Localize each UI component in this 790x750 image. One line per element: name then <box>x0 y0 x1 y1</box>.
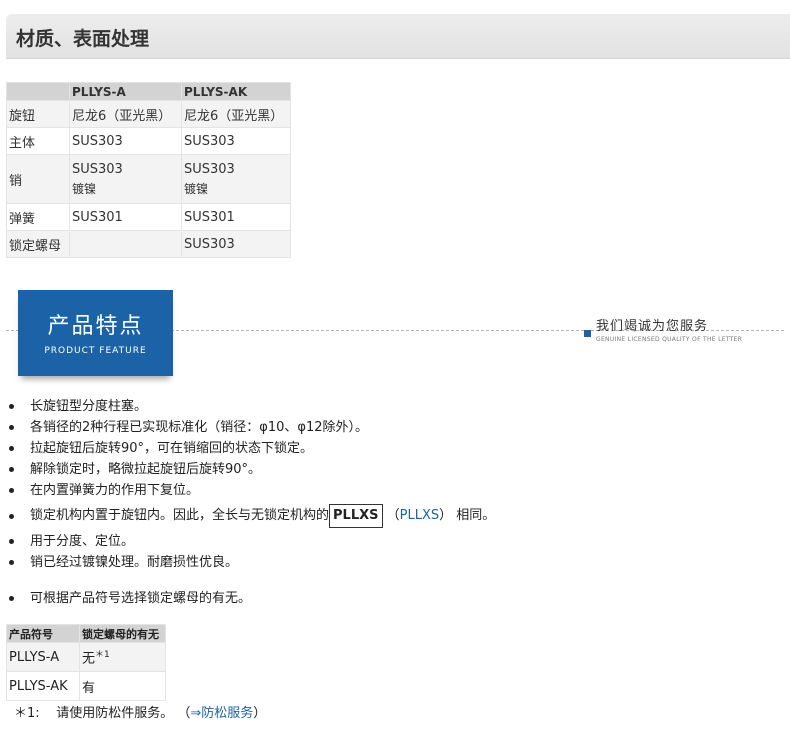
anti-loosening-link[interactable]: ⇒防松服务 <box>190 706 253 721</box>
symbol-header-nut: 锁定螺母的有无 <box>79 624 166 643</box>
table-row: PLLYS-A 无＊1 <box>6 642 166 672</box>
part-name: 主体 <box>6 127 70 155</box>
material-ak: SUS303 <box>181 230 291 258</box>
product-code: PLLYS-A <box>6 642 80 672</box>
table-row: 弹簧 SUS301 SUS301 <box>6 203 291 231</box>
material-a <box>69 230 182 258</box>
material-a: SUS303 <box>69 127 182 155</box>
list-item: 用于分度、定位。 <box>0 531 790 552</box>
part-name: 锁定螺母 <box>6 230 70 258</box>
list-item: 拉起旋钮后旋转90°，可在销缩回的状态下锁定。 <box>0 438 790 459</box>
material-ak: SUS303 <box>181 127 291 155</box>
list-item: 长旋钮型分度柱塞。 <box>0 396 790 417</box>
list-item: 解除锁定时，略微拉起旋钮后旋转90°。 <box>0 459 790 480</box>
nut-option: 有 <box>79 671 166 701</box>
footnote-paren-close: ） <box>253 706 267 721</box>
material-a: SUS301 <box>69 203 182 231</box>
materials-header-row: PLLYS-A PLLYS-AK <box>6 82 291 101</box>
symbol-header-row: 产品符号 锁定螺母的有无 <box>6 624 166 643</box>
slogan-square-icon <box>584 330 591 337</box>
material-a: SUS303 镀镍 <box>69 154 182 204</box>
material-ak: SUS301 <box>181 203 291 231</box>
list-item: 锁定机构内置于旋钮内。因此，全长与无锁定机构的 PLLXS （PLLXS） 相同。 <box>0 501 790 531</box>
table-row: 旋钮 尼龙6（亚光黑） 尼龙6（亚光黑） <box>6 100 291 128</box>
material-ak-line2: 镀镍 <box>184 181 209 196</box>
material-a: 尼龙6（亚光黑） <box>69 100 182 128</box>
list-item: 各销径的2种行程已实现标准化（销径：φ10、φ12除外）。 <box>0 417 790 438</box>
product-feature-banner: 产品特点 PRODUCT FEATURE <box>18 290 173 376</box>
materials-table: PLLYS-A PLLYS-AK 旋钮 尼龙6（亚光黑） 尼龙6（亚光黑） 主体… <box>6 82 291 258</box>
table-row: 销 SUS303 镀镍 SUS303 镀镍 <box>6 154 291 204</box>
link-paren-open: （ <box>386 508 400 523</box>
feature-text: 锁定机构内置于旋钮内。因此，全长与无锁定机构的 <box>30 508 330 523</box>
feature-text: 相同。 <box>456 508 496 523</box>
slogan-subtext: GENUINE LICENSED QUALITY OF THE LETTER <box>596 336 743 343</box>
material-ak: SUS303 镀镍 <box>181 154 291 204</box>
symbol-table: 产品符号 锁定螺母的有无 PLLYS-A 无＊1 PLLYS-AK 有 <box>6 624 166 701</box>
table-row: 锁定螺母 SUS303 <box>6 230 291 258</box>
pllxs-highlight: PLLXS <box>329 504 383 528</box>
symbol-header-code: 产品符号 <box>6 624 80 643</box>
material-a-line2: 镀镍 <box>72 181 97 196</box>
material-ak-line1: SUS303 <box>184 161 235 177</box>
footnote-text: 请使用防松件服务。 <box>56 706 174 721</box>
feature-list: 长旋钮型分度柱塞。 各销径的2种行程已实现标准化（销径：φ10、φ12除外）。 … <box>0 396 790 609</box>
material-a-line1: SUS303 <box>72 161 123 177</box>
material-ak: 尼龙6（亚光黑） <box>181 100 291 128</box>
section-header: 材质、表面处理 <box>6 14 790 59</box>
list-item: 可根据产品符号选择锁定螺母的有无。 <box>0 588 790 609</box>
part-name: 旋钮 <box>6 100 70 128</box>
footnote-paren-open: （ <box>177 706 191 721</box>
list-item: 在内置弹簧力的作用下复位。 <box>0 480 790 501</box>
feature-banner-subtitle: PRODUCT FEATURE <box>44 346 147 356</box>
link-paren-close: ） <box>439 508 453 523</box>
slogan-text: 我们竭诚为您服务 <box>596 319 709 334</box>
materials-header-pllys-ak: PLLYS-AK <box>181 82 291 101</box>
materials-header-blank <box>6 82 70 101</box>
part-name: 弹簧 <box>6 203 70 231</box>
footnote-mark: ＊1: <box>14 706 40 721</box>
footnote-ref: ＊1 <box>95 650 110 661</box>
materials-header-pllys-a: PLLYS-A <box>69 82 182 101</box>
nut-option: 无＊1 <box>79 642 166 672</box>
section-title: 材质、表面处理 <box>16 28 150 50</box>
part-name: 销 <box>6 154 70 204</box>
table-row: 主体 SUS303 SUS303 <box>6 127 291 155</box>
pllxs-link[interactable]: PLLXS <box>400 508 439 523</box>
product-code: PLLYS-AK <box>6 671 80 701</box>
feature-banner-title: 产品特点 <box>47 314 144 339</box>
footnote: ＊1: 请使用防松件服务。 （⇒防松服务） <box>14 702 266 721</box>
table-row: PLLYS-AK 有 <box>6 671 166 701</box>
list-item: 销已经过镀镍处理。耐磨损性优良。 <box>0 552 790 573</box>
